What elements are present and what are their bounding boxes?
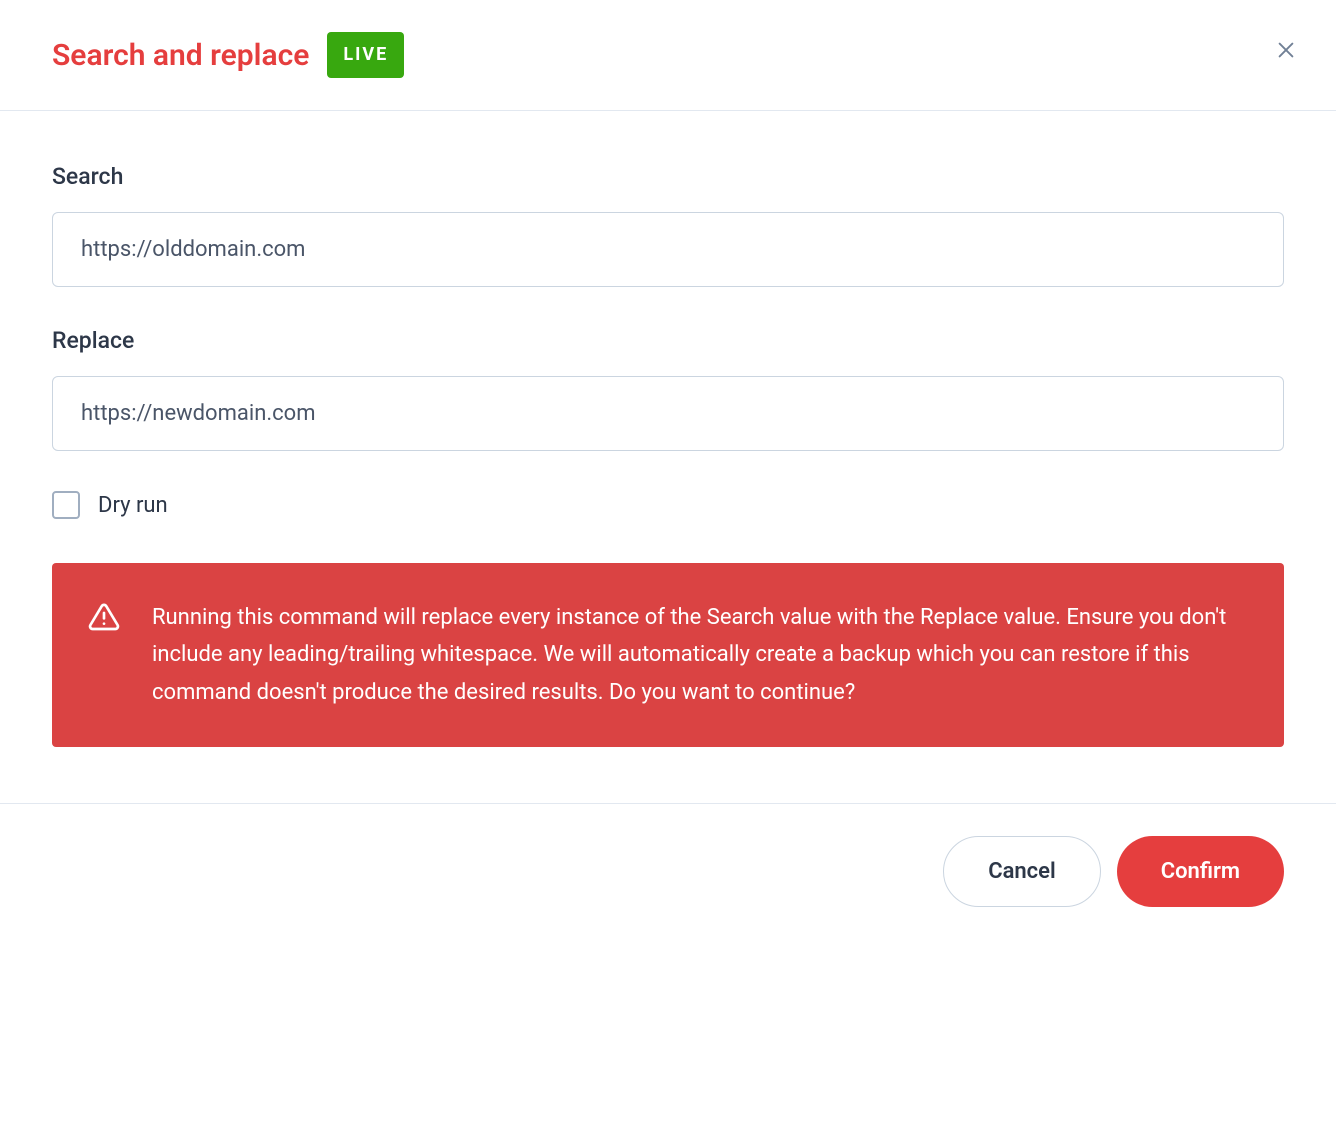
- dry-run-row: Dry run: [52, 491, 1284, 519]
- warning-icon: [88, 601, 120, 637]
- dialog-footer: Cancel Confirm: [0, 803, 1336, 939]
- dry-run-label[interactable]: Dry run: [98, 493, 168, 518]
- search-input[interactable]: [52, 212, 1284, 287]
- replace-label: Replace: [52, 327, 1284, 354]
- search-field: Search: [52, 163, 1284, 287]
- warning-alert: Running this command will replace every …: [52, 563, 1284, 747]
- search-label: Search: [52, 163, 1284, 190]
- cancel-button[interactable]: Cancel: [943, 836, 1101, 907]
- dialog-body: Search Replace Dry run Running this comm…: [0, 111, 1336, 803]
- close-button[interactable]: [1272, 36, 1300, 64]
- replace-field: Replace: [52, 327, 1284, 451]
- confirm-button[interactable]: Confirm: [1117, 836, 1284, 907]
- dialog-header: Search and replace LIVE: [0, 0, 1336, 111]
- replace-input[interactable]: [52, 376, 1284, 451]
- live-badge: LIVE: [327, 32, 404, 78]
- dialog-title: Search and replace: [52, 38, 309, 73]
- warning-text: Running this command will replace every …: [152, 599, 1244, 711]
- dry-run-checkbox[interactable]: [52, 491, 80, 519]
- close-icon: [1275, 39, 1297, 61]
- search-replace-dialog: Search and replace LIVE Search Replace D…: [0, 0, 1336, 939]
